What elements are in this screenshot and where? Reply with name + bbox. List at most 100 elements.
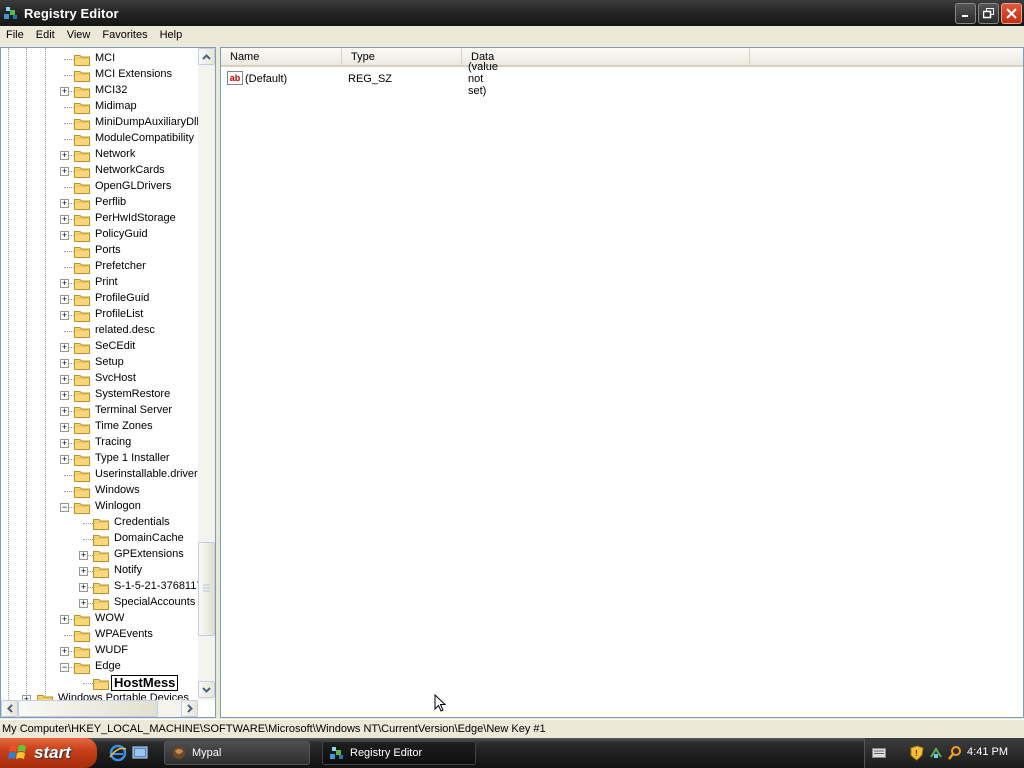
collapse-icon[interactable]: − <box>60 503 69 512</box>
tree-item[interactable]: + SeCEdit <box>1 339 198 355</box>
tree-item-label: Tracing <box>95 436 132 448</box>
scroll-down-button[interactable] <box>198 681 215 698</box>
tree-item[interactable]: Windows <box>1 483 198 499</box>
expand-icon[interactable]: + <box>60 215 69 224</box>
value-name: (Default) <box>245 73 288 85</box>
tree-item[interactable]: + Perflib <box>1 195 198 211</box>
tree-item[interactable]: + PolicyGuid <box>1 227 198 243</box>
tree-item[interactable]: + Tracing <box>1 435 198 451</box>
tree-item[interactable]: HostMess <box>1 675 198 691</box>
scroll-left-button[interactable] <box>1 700 18 717</box>
expand-icon[interactable]: + <box>79 599 88 608</box>
tree-item[interactable]: + Setup <box>1 355 198 371</box>
tree-item[interactable]: + PerHwIdStorage <box>1 211 198 227</box>
tree-item[interactable]: + MCI32 <box>1 83 198 99</box>
scroll-thumb[interactable] <box>198 542 215 636</box>
internet-explorer-icon[interactable] <box>109 744 127 762</box>
tree-item[interactable]: + Notify <box>1 563 198 579</box>
expand-icon[interactable]: + <box>60 87 69 96</box>
expand-icon[interactable]: + <box>60 151 69 160</box>
tree-item[interactable]: + WUDF <box>1 643 198 659</box>
show-desktop-icon[interactable] <box>131 744 149 762</box>
tree-item[interactable]: MCI <box>1 51 198 67</box>
tree-item[interactable]: + Terminal Server <box>1 403 198 419</box>
column-type[interactable]: Type <box>342 48 462 67</box>
tree-item[interactable]: Userinstallable.drivers <box>1 467 198 483</box>
taskbar-item-mypal[interactable]: Mypal <box>164 741 310 765</box>
scroll-right-button[interactable] <box>181 700 198 717</box>
expand-icon[interactable]: + <box>60 455 69 464</box>
tree-item[interactable]: + SpecialAccounts <box>1 595 198 611</box>
expand-icon[interactable]: + <box>60 199 69 208</box>
tree-item[interactable]: ModuleCompatibility <box>1 131 198 147</box>
expand-icon[interactable]: + <box>60 391 69 400</box>
expand-icon[interactable]: + <box>60 231 69 240</box>
start-button[interactable]: start <box>0 738 97 768</box>
expand-icon[interactable]: + <box>60 375 69 384</box>
expand-icon[interactable]: + <box>79 583 88 592</box>
tree-item[interactable]: + Windows Portable Devices <box>1 691 198 700</box>
tree-item[interactable]: + Network <box>1 147 198 163</box>
tree-item[interactable]: + ProfileGuid <box>1 291 198 307</box>
tree-item[interactable]: MiniDumpAuxiliaryDlls <box>1 115 198 131</box>
close-button[interactable] <box>1001 3 1022 24</box>
tree-item[interactable]: + GPExtensions <box>1 547 198 563</box>
network-icon[interactable] <box>928 745 944 761</box>
menu-favorites[interactable]: Favorites <box>96 26 153 45</box>
string-value-icon: ab <box>227 71 243 85</box>
tree-item[interactable]: + Print <box>1 275 198 291</box>
tree-item[interactable]: + SvcHost <box>1 371 198 387</box>
expand-icon[interactable]: + <box>60 647 69 656</box>
tree-item[interactable]: DomainCache <box>1 531 198 547</box>
tree-item[interactable]: + S-1-5-21-3768117 <box>1 579 198 595</box>
keyboard-icon[interactable] <box>872 747 886 759</box>
security-shield-icon[interactable]: ! <box>910 745 924 761</box>
taskbar-item-registry-editor[interactable]: Registry Editor <box>322 741 476 765</box>
expand-icon[interactable]: + <box>60 311 69 320</box>
tree-item[interactable]: WPAEvents <box>1 627 198 643</box>
tree-item[interactable]: − Winlogon <box>1 499 198 515</box>
tree-item[interactable]: + NetworkCards <box>1 163 198 179</box>
expand-icon[interactable]: + <box>60 279 69 288</box>
tree-vertical-scrollbar[interactable] <box>198 48 215 700</box>
tree-horizontal-scrollbar[interactable] <box>1 700 198 717</box>
tree-item[interactable]: + SystemRestore <box>1 387 198 403</box>
menu-view[interactable]: View <box>61 26 97 45</box>
tree-item[interactable]: MCI Extensions <box>1 67 198 83</box>
menu-file[interactable]: File <box>0 26 30 45</box>
tree-item[interactable]: − Edge <box>1 659 198 675</box>
tree-item[interactable]: + Time Zones <box>1 419 198 435</box>
expand-icon[interactable]: + <box>60 359 69 368</box>
expand-icon[interactable]: + <box>60 423 69 432</box>
expand-icon[interactable]: + <box>79 567 88 576</box>
values-list[interactable]: Name Type Data ab (Default) REG_SZ (valu… <box>220 47 1024 718</box>
tree-item[interactable]: + Type 1 Installer <box>1 451 198 467</box>
tree-item[interactable]: Credentials <box>1 515 198 531</box>
tree-item[interactable]: + WOW <box>1 611 198 627</box>
tree-item[interactable]: + ProfileList <box>1 307 198 323</box>
minimize-button[interactable] <box>955 3 976 24</box>
tree-item[interactable]: Ports <box>1 243 198 259</box>
menu-help[interactable]: Help <box>154 26 189 45</box>
scroll-up-button[interactable] <box>198 48 215 65</box>
restore-button[interactable] <box>978 3 999 24</box>
column-data[interactable]: Data <box>462 48 750 67</box>
expand-icon[interactable]: + <box>60 407 69 416</box>
expand-icon[interactable]: + <box>60 167 69 176</box>
tree-item[interactable]: related.desc <box>1 323 198 339</box>
column-name[interactable]: Name <box>221 48 342 67</box>
menu-edit[interactable]: Edit <box>30 26 61 45</box>
expand-icon[interactable]: + <box>60 295 69 304</box>
tree-item[interactable]: Midimap <box>1 99 198 115</box>
expand-icon[interactable]: + <box>60 615 69 624</box>
expand-icon[interactable]: + <box>79 551 88 560</box>
collapse-icon[interactable]: − <box>60 663 69 672</box>
expand-icon[interactable]: + <box>60 439 69 448</box>
key-tree[interactable]: MCI MCI Extensions + MCI32 Midimap MiniDumpAu… <box>0 47 216 718</box>
rename-key-input[interactable]: HostMess <box>111 675 179 691</box>
tree-item[interactable]: OpenGLDrivers <box>1 179 198 195</box>
search-icon[interactable] <box>947 745 963 761</box>
expand-icon[interactable]: + <box>60 343 69 352</box>
hscroll-thumb[interactable] <box>18 700 158 717</box>
tree-item[interactable]: Prefetcher <box>1 259 198 275</box>
